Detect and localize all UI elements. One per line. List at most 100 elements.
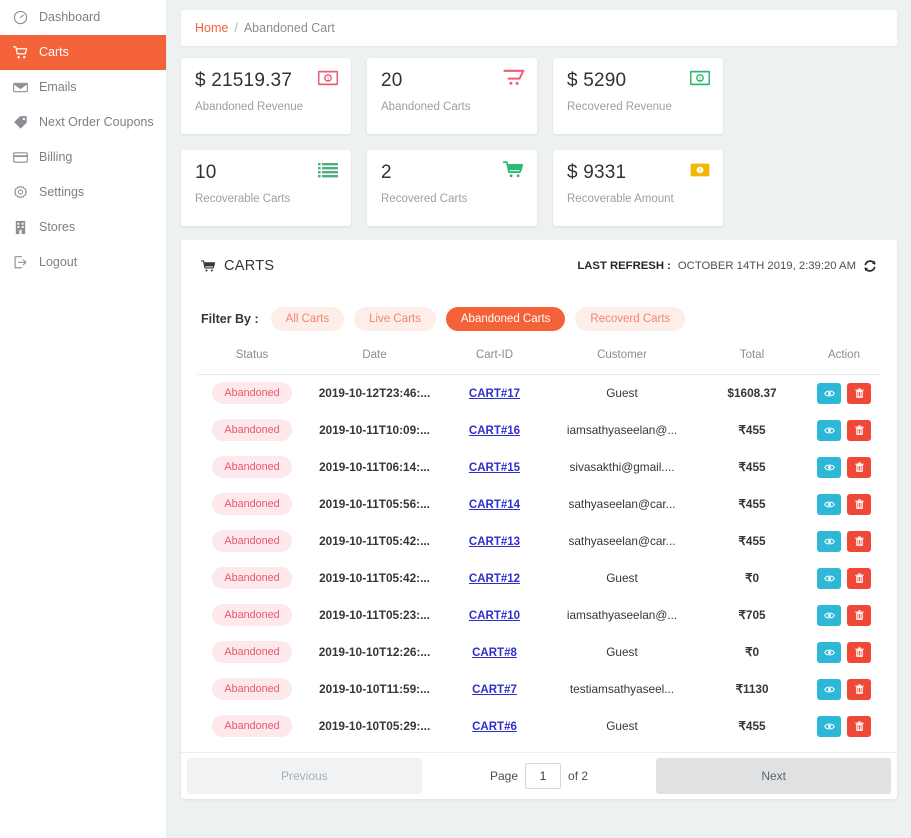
- sidebar-item-settings[interactable]: Settings: [0, 175, 166, 210]
- view-button[interactable]: [817, 678, 841, 700]
- delete-button[interactable]: [847, 382, 871, 404]
- cell-action: [807, 597, 881, 634]
- cart-id-link[interactable]: CART#17: [469, 388, 520, 400]
- page-total-label: of 2: [568, 768, 589, 783]
- stat-card-label: Recovered Carts: [381, 193, 468, 205]
- trash-icon: [854, 572, 864, 584]
- breadcrumb-current: Abandoned Cart: [243, 21, 335, 35]
- sidebar-item-emails[interactable]: Emails: [0, 70, 166, 105]
- stat-card-label: Recoverable Amount: [567, 193, 674, 205]
- eye-icon: [823, 611, 835, 620]
- cell-action: [807, 671, 881, 708]
- view-button[interactable]: [817, 493, 841, 515]
- table-row: Abandoned 2019-10-11T05:56:... CART#14 sath…: [197, 486, 881, 523]
- sidebar-item-label: Carts: [39, 45, 69, 60]
- svg-text:1: 1: [698, 76, 701, 82]
- cart-id-link[interactable]: CART#15: [469, 462, 520, 474]
- cell-date: 2019-10-10T12:26:...: [318, 645, 431, 659]
- view-button[interactable]: [817, 530, 841, 552]
- cart-id-link[interactable]: CART#6: [472, 721, 517, 733]
- cell-status: Abandoned: [197, 449, 307, 486]
- stat-card-recovered-revenue: $ 5290 Recovered Revenue 1: [553, 58, 723, 134]
- stat-card-value: $ 21519.37: [195, 70, 293, 91]
- sidebar-item-dashboard[interactable]: Dashboard: [0, 0, 166, 35]
- sidebar-item-carts[interactable]: Carts: [0, 35, 166, 70]
- row-actions: [807, 567, 881, 589]
- cell-total: ₹0: [744, 645, 760, 659]
- cart-id-link[interactable]: CART#10: [469, 610, 520, 622]
- view-button[interactable]: [817, 604, 841, 626]
- cart-id-link[interactable]: CART#8: [472, 647, 517, 659]
- table-row: Abandoned 2019-10-11T05:23:... CART#10 iams…: [197, 597, 881, 634]
- cell-date: 2019-10-10T05:29:...: [318, 719, 431, 733]
- page-label: Page: [489, 768, 519, 783]
- delete-button[interactable]: [847, 456, 871, 478]
- cell-customer: sathyaseelan@car...: [568, 497, 676, 511]
- sidebar-item-stores[interactable]: Stores: [0, 210, 166, 245]
- cell-action: [807, 375, 881, 412]
- row-actions: [807, 493, 881, 515]
- table-row: Abandoned 2019-10-11T10:09:... CART#16 iams…: [197, 412, 881, 449]
- stat-card-value: $ 9331: [567, 162, 627, 183]
- trash-icon: [854, 461, 864, 473]
- status-badge: Abandoned: [212, 419, 292, 441]
- eye-icon: [823, 537, 835, 546]
- filter-chip-live-carts[interactable]: Live Carts: [354, 307, 436, 331]
- stat-card-recoverable-amount: $ 9331 Recoverable Amount 1: [553, 150, 723, 226]
- delete-button[interactable]: [847, 493, 871, 515]
- cell-cart-id: CART#12: [442, 560, 547, 597]
- sidebar-item-logout[interactable]: Logout: [0, 245, 166, 280]
- breadcrumb-separator: /: [234, 21, 238, 35]
- cell-action: [807, 560, 881, 597]
- cell-cart-id: CART#17: [442, 375, 547, 412]
- sidebar-item-next-order-coupons[interactable]: Next Order Coupons: [0, 105, 166, 140]
- cell-date: 2019-10-11T05:23:...: [319, 608, 430, 622]
- delete-button[interactable]: [847, 530, 871, 552]
- page-selector: Page of 2: [422, 753, 657, 799]
- view-button[interactable]: [817, 419, 841, 441]
- delete-button[interactable]: [847, 604, 871, 626]
- cell-status: Abandoned: [197, 486, 307, 523]
- last-refresh-value: OCTOBER 14TH 2019, 2:39:20 AM: [677, 260, 856, 272]
- cart-id-link[interactable]: CART#7: [472, 684, 517, 696]
- trash-icon: [854, 609, 864, 621]
- next-button[interactable]: Next: [656, 757, 892, 794]
- filter-chip-abandoned-carts[interactable]: Abandoned Carts: [445, 307, 566, 331]
- table-row: Abandoned 2019-10-11T05:42:... CART#12 Gues…: [197, 560, 881, 597]
- view-button[interactable]: [817, 382, 841, 404]
- delete-button[interactable]: [847, 715, 871, 737]
- panel-title-text: CARTS: [224, 258, 275, 274]
- delete-button[interactable]: [847, 419, 871, 441]
- cell-date: 2019-10-12T23:46:...: [318, 386, 431, 401]
- page-input[interactable]: [525, 762, 562, 789]
- status-badge: Abandoned: [212, 715, 292, 737]
- table-row: Abandoned 2019-10-10T11:59:... CART#7 testi…: [197, 671, 881, 708]
- breadcrumb-home-link[interactable]: Home: [195, 21, 228, 35]
- delete-button[interactable]: [847, 641, 871, 663]
- sidebar-item-label: Dashboard: [39, 10, 101, 25]
- cell-customer: sathyaseelan@car...: [568, 534, 676, 548]
- refresh-icon[interactable]: [863, 259, 877, 273]
- trash-icon: [854, 424, 864, 436]
- delete-button[interactable]: [847, 567, 871, 589]
- cart-id-link[interactable]: CART#12: [469, 573, 520, 585]
- previous-button[interactable]: Previous: [187, 757, 422, 794]
- cart-id-link[interactable]: CART#13: [469, 536, 520, 548]
- cell-total: ₹0: [744, 571, 760, 585]
- filter-chip-all-carts[interactable]: All Carts: [270, 307, 345, 331]
- view-button[interactable]: [817, 641, 841, 663]
- filter-chip-recoverd-carts[interactable]: Recoverd Carts: [575, 307, 686, 331]
- table-row: Abandoned 2019-10-10T05:29:... CART#6 Guest…: [197, 708, 881, 745]
- status-badge: Abandoned: [212, 530, 292, 552]
- trash-icon: [854, 498, 864, 510]
- cart-id-link[interactable]: CART#16: [469, 425, 520, 437]
- sidebar-item-billing[interactable]: Billing: [0, 140, 166, 175]
- store-icon: [13, 220, 28, 235]
- stat-card-value: 2: [381, 162, 392, 183]
- cart-id-link[interactable]: CART#14: [469, 499, 520, 511]
- view-button[interactable]: [817, 715, 841, 737]
- view-button[interactable]: [817, 456, 841, 478]
- view-button[interactable]: [817, 567, 841, 589]
- delete-button[interactable]: [847, 678, 871, 700]
- cart-solid-icon: [503, 160, 525, 180]
